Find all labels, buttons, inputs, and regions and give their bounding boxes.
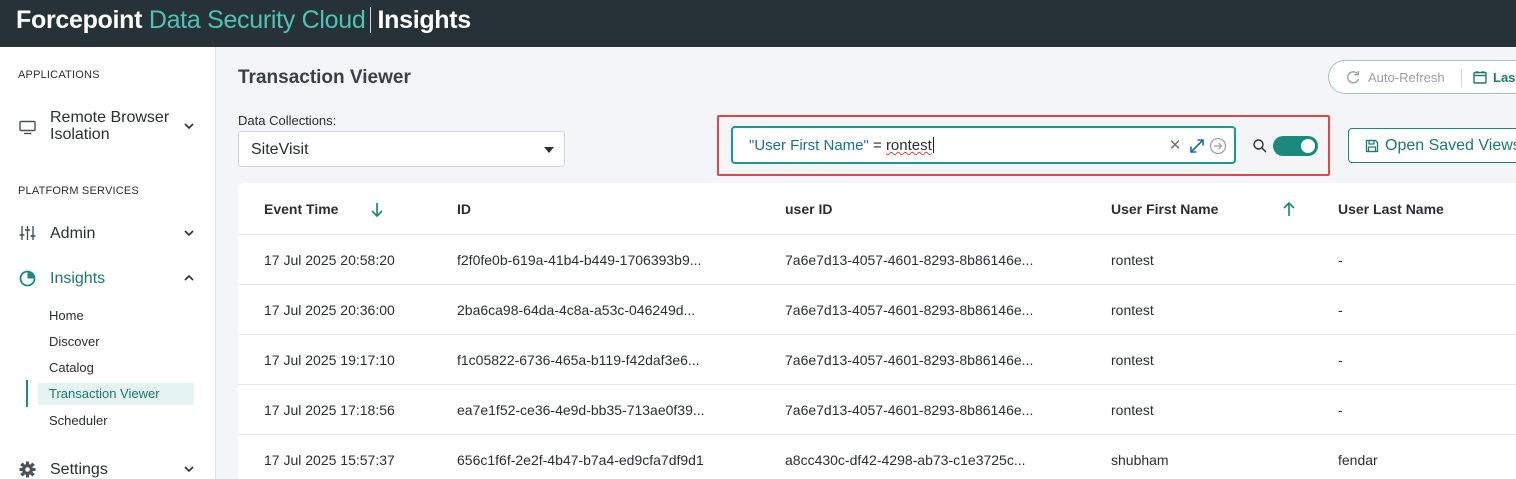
chevron-down-icon[interactable] <box>183 227 195 239</box>
auto-refresh-label: Auto-Refresh <box>1368 70 1445 85</box>
refresh-icon <box>1345 69 1361 85</box>
cell-user-id: 7a6e7d13-4057-4601-8293-8b86146e... <box>785 252 1034 268</box>
table-row[interactable]: 17 Jul 2025 20:58:20 f2f0fe0b-619a-41b4-… <box>238 234 1516 284</box>
brand-section: Insights <box>377 6 471 34</box>
cell-user-first-name: rontest <box>1111 352 1154 368</box>
sidebar-subitem-home[interactable]: Home <box>49 308 84 323</box>
data-collections-label: Data Collections: <box>238 113 337 128</box>
cell-event-time: 17 Jul 2025 20:58:20 <box>264 252 395 268</box>
date-range-label[interactable]: Last <box>1493 70 1516 85</box>
table-row[interactable]: 17 Jul 2025 17:18:56 ea7e1f52-ce36-4e9d-… <box>238 384 1516 434</box>
query-text: "User First Name" = rontest <box>749 137 934 154</box>
filter-toggle[interactable] <box>1273 136 1318 156</box>
page-title: Transaction Viewer <box>238 67 411 88</box>
cell-user-first-name: rontest <box>1111 302 1154 318</box>
cell-id: 656c1f6f-2e2f-4b47-b7a4-ed9cfa7df9d1 <box>457 452 704 468</box>
pie-chart-icon <box>18 269 36 287</box>
sort-up-icon[interactable] <box>1282 201 1296 217</box>
column-header-id[interactable]: ID <box>457 201 471 217</box>
toggle-knob <box>1301 139 1315 153</box>
brand-primary: Forcepoint <box>16 6 143 34</box>
sort-down-icon[interactable] <box>370 202 384 218</box>
open-saved-views-button[interactable]: Open Saved Views <box>1348 128 1516 163</box>
sidebar-item-label: Remote Browser Isolation <box>50 109 170 143</box>
cell-user-first-name: shubham <box>1111 452 1169 468</box>
data-collection-value: SiteVisit <box>251 141 309 158</box>
table-row[interactable]: 17 Jul 2025 19:17:10 f1c05822-6736-465a-… <box>238 334 1516 384</box>
sidebar-item-label: Insights <box>50 270 106 287</box>
cell-user-id: 7a6e7d13-4057-4601-8293-8b86146e... <box>785 352 1034 368</box>
cell-user-last-name: fendar <box>1338 452 1378 468</box>
divider <box>1461 69 1462 87</box>
search-icon <box>1252 138 1268 154</box>
sidebar-item-insights[interactable]: Insights <box>0 267 215 289</box>
text-cursor <box>932 137 934 153</box>
monitor-icon <box>18 118 36 136</box>
cell-id: 2ba6ca98-64da-4c8a-a53c-046249d... <box>457 302 696 318</box>
cell-user-id: a8cc430c-df42-4298-ab73-c1e3725c... <box>785 452 1026 468</box>
sidebar-subitem-transaction-viewer[interactable]: Transaction Viewer <box>49 386 160 401</box>
cell-id: ea7e1f52-ce36-4e9d-bb35-713ae0f39... <box>457 402 705 418</box>
platform-services-section-title: PLATFORM SERVICES <box>18 185 139 197</box>
query-operator: = <box>868 137 886 154</box>
sidebar-item-settings[interactable]: Settings <box>0 458 215 479</box>
brand-divider <box>370 7 372 33</box>
open-saved-views-label: Open Saved Views <box>1385 137 1516 154</box>
expand-icon[interactable] <box>1188 137 1206 155</box>
column-header-user-id[interactable]: user ID <box>785 201 832 217</box>
query-field: "User First Name" <box>749 137 869 154</box>
applications-section-title: APPLICATIONS <box>18 69 100 81</box>
column-header-event-time[interactable]: Event Time <box>264 201 338 217</box>
brand-logo[interactable]: Forcepoint Data Security Cloud Insights <box>16 6 471 35</box>
chevron-down-icon[interactable] <box>183 463 195 475</box>
sidebar-subitem-catalog[interactable]: Catalog <box>49 360 94 375</box>
cell-id: f1c05822-6736-465a-b119-f42daf3e6... <box>457 352 700 368</box>
cell-user-last-name: - <box>1338 302 1343 318</box>
chevron-down-icon[interactable] <box>183 120 195 132</box>
cell-event-time: 17 Jul 2025 19:17:10 <box>264 352 395 368</box>
cell-user-last-name: - <box>1338 252 1343 268</box>
sidebar-item-label: Settings <box>50 461 108 478</box>
chevron-up-icon[interactable] <box>183 272 195 284</box>
column-header-user-last-name[interactable]: User Last Name <box>1338 201 1444 217</box>
caret-down-icon <box>544 147 554 153</box>
cell-event-time: 17 Jul 2025 20:36:00 <box>264 302 395 318</box>
cell-user-last-name: - <box>1338 402 1343 418</box>
query-input[interactable]: "User First Name" = rontest <box>731 126 1236 164</box>
sidebar-subitem-scheduler[interactable]: Scheduler <box>49 413 108 428</box>
query-value: rontest <box>885 137 932 154</box>
cell-user-id: 7a6e7d13-4057-4601-8293-8b86146e... <box>785 402 1034 418</box>
top-bar: Forcepoint Data Security Cloud Insights <box>0 0 1516 47</box>
cell-user-id: 7a6e7d13-4057-4601-8293-8b86146e... <box>785 302 1034 318</box>
calendar-icon <box>1473 70 1487 84</box>
brand-product: Data Security Cloud <box>148 6 366 34</box>
sidebar-item-admin[interactable]: Admin <box>0 222 215 244</box>
cell-user-last-name: - <box>1338 352 1343 368</box>
active-item-rail <box>26 380 28 407</box>
auto-refresh-control[interactable]: Auto-Refresh Last <box>1328 60 1516 94</box>
sidebar: APPLICATIONS Remote Browser Isolation PL… <box>0 47 216 479</box>
cell-event-time: 17 Jul 2025 17:18:56 <box>264 402 395 418</box>
cell-user-first-name: rontest <box>1111 252 1154 268</box>
sliders-icon <box>18 224 36 242</box>
table-row[interactable]: 17 Jul 2025 15:57:37 656c1f6f-2e2f-4b47-… <box>238 434 1516 479</box>
sidebar-item-remote-browser-isolation[interactable]: Remote Browser Isolation <box>0 107 215 147</box>
gear-icon <box>18 460 36 478</box>
sidebar-subitem-discover[interactable]: Discover <box>49 334 100 349</box>
cell-event-time: 17 Jul 2025 15:57:37 <box>264 452 395 468</box>
column-header-user-first-name[interactable]: User First Name <box>1111 201 1218 217</box>
cell-id: f2f0fe0b-619a-41b4-b449-1706393b9... <box>457 252 702 268</box>
cell-user-first-name: rontest <box>1111 402 1154 418</box>
save-icon <box>1365 139 1379 153</box>
clear-query-icon[interactable]: ✕ <box>1168 137 1182 154</box>
sidebar-item-label: Admin <box>50 225 96 242</box>
transactions-table: Event Time ID user ID User First Name Us… <box>238 183 1516 479</box>
data-collection-select[interactable]: SiteVisit <box>238 131 565 167</box>
run-query-icon[interactable] <box>1209 137 1227 155</box>
table-row[interactable]: 17 Jul 2025 20:36:00 2ba6ca98-64da-4c8a-… <box>238 284 1516 334</box>
